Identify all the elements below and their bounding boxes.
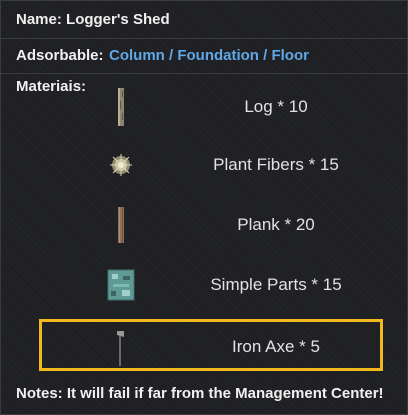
adsorbable-value: Column / Foundation / Floor xyxy=(109,47,309,64)
plant-fibers-icon xyxy=(110,154,132,176)
material-label: Simple Parts * 15 xyxy=(210,275,342,294)
adsorbable-row: Adsorbable: Column / Foundation / Floor xyxy=(1,39,407,74)
material-item-plant-fibers: Plant Fibers * 15 xyxy=(1,139,407,191)
material-item-plank: Plank * 20 xyxy=(1,199,407,251)
tooltip-panel: Name: Logger's Shed Adsorbable: Column /… xyxy=(0,0,408,415)
missing-material-highlight xyxy=(39,319,383,371)
material-label: Plant Fibers * 15 xyxy=(213,155,339,174)
name-value: Logger's Shed xyxy=(66,11,170,28)
log-icon xyxy=(118,88,124,126)
name-label: Name: xyxy=(16,11,62,28)
adsorbable-label: Adsorbable: xyxy=(16,47,104,64)
material-item-log: Log * 10 xyxy=(1,81,407,133)
simple-parts-icon xyxy=(107,269,135,301)
name-text: Name: Logger's Shed xyxy=(16,1,170,38)
material-label: Log * 10 xyxy=(244,97,308,116)
material-item-simple-parts: Simple Parts * 15 xyxy=(1,259,407,311)
plank-icon xyxy=(118,207,124,243)
notes-text: Notes: It will fail if far from the Mana… xyxy=(16,385,384,402)
material-label: Plank * 20 xyxy=(237,215,315,234)
name-row: Name: Logger's Shed xyxy=(1,1,407,39)
